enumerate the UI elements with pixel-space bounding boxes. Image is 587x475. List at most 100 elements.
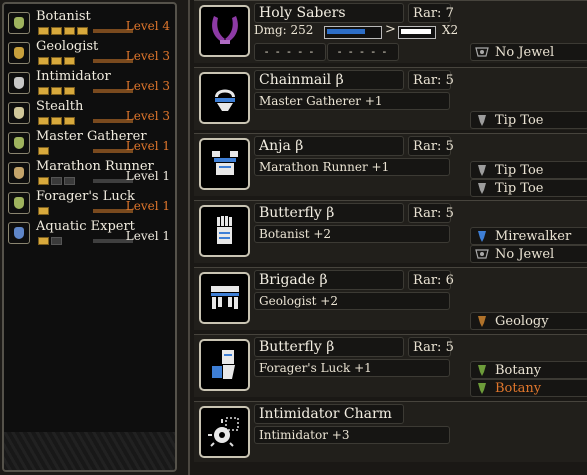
skill-level: Level 3 (125, 109, 170, 123)
deco-slot[interactable]: Tip Toe (470, 111, 587, 129)
skill-row-marathon-runner[interactable]: Marathon Runner Level 1 (8, 159, 173, 190)
legs-icon (199, 339, 250, 391)
deco-slot-highlighted[interactable]: Botany (470, 379, 587, 397)
skill-row-aquatic-expert[interactable]: Aquatic Expert Level 1 (8, 219, 173, 250)
skill-level: Level 1 (125, 199, 170, 213)
armor-name: Chainmail β (254, 70, 404, 90)
armor-name: Butterfly β (254, 203, 404, 223)
armor-name: Anja β (254, 136, 404, 156)
deco-label: Geology (495, 314, 549, 329)
weapon-slot-1[interactable]: - - - - - (254, 43, 326, 61)
jewel-icon (474, 314, 489, 328)
skill-name: Botanist (36, 9, 91, 24)
weapon-jewel-slot[interactable]: No Jewel (470, 43, 587, 61)
armor-row-waist[interactable]: Brigade β Rar: 6 Geologist +2 Geology (194, 267, 587, 330)
deco-label: No Jewel (495, 45, 555, 60)
armor-rarity: Rar: 5 (408, 136, 454, 156)
helm-icon (199, 72, 250, 124)
equipment-panel: Holy Sabers Rar: 7 Dmg: 252 > X2 - - - -… (188, 0, 587, 475)
weapon-rarity: Rar: 7 (408, 3, 454, 23)
empty-jewel-icon (474, 247, 489, 261)
jewel-icon (474, 163, 489, 177)
skill-gem-icon (8, 12, 30, 34)
gauntlet-icon (199, 205, 250, 257)
deco-slot[interactable]: Geology (470, 312, 587, 330)
skill-gem-icon (8, 192, 30, 214)
skill-gem-icon (8, 162, 30, 184)
skill-row-botanist[interactable]: Botanist Level 4 (8, 9, 173, 40)
deco-slot[interactable]: No Jewel (470, 245, 587, 263)
jewel-icon (474, 181, 489, 195)
skill-level: Level 1 (125, 229, 170, 243)
skill-row-master-gatherer[interactable]: Master Gatherer Level 1 (8, 129, 173, 160)
skill-row-intimidator[interactable]: Intimidator Level 3 (8, 69, 173, 100)
skill-row-stealth[interactable]: Stealth Level 3 (8, 99, 173, 130)
sharpness-multiplier: X2 (442, 23, 459, 37)
skill-pips (38, 177, 75, 185)
dual-blades-icon (199, 5, 250, 57)
armor-skill: Marathon Runner +1 (254, 158, 450, 176)
deco-label: Tip Toe (495, 181, 544, 196)
skill-level: Level 4 (125, 19, 170, 33)
armor-rarity: Rar: 5 (408, 337, 454, 357)
armor-row-arms[interactable]: Butterfly β Rar: 5 Botanist +2 Mirewalke… (194, 200, 587, 263)
deco-label: No Jewel (495, 247, 555, 262)
skill-pips (38, 57, 75, 65)
skill-row-geologist[interactable]: Geologist Level 3 (8, 39, 173, 70)
weapon-row[interactable]: Holy Sabers Rar: 7 Dmg: 252 > X2 - - - -… (194, 0, 587, 63)
armor-skill: Forager's Luck +1 (254, 359, 450, 377)
armor-row-helm[interactable]: Chainmail β Rar: 5 Master Gatherer +1 Ti… (194, 67, 587, 130)
skill-pips (38, 237, 62, 245)
skill-gem-icon (8, 72, 30, 94)
skill-pips (38, 117, 75, 125)
skill-level: Level 1 (125, 139, 170, 153)
skill-level: Level 1 (125, 169, 170, 183)
skill-level: Level 3 (125, 49, 170, 63)
skill-name: Forager's Luck (36, 189, 135, 204)
skill-gem-icon (8, 102, 30, 124)
armor-rarity: Rar: 5 (408, 203, 454, 223)
skill-gem-icon (8, 222, 30, 244)
deco-slot[interactable]: Tip Toe (470, 179, 587, 197)
deco-slot[interactable]: Tip Toe (470, 161, 587, 179)
sharpness-current-bar (324, 26, 382, 39)
skill-gem-icon (8, 42, 30, 64)
deco-label: Botany (495, 381, 542, 396)
panel-pattern (4, 432, 175, 470)
jewel-icon (474, 113, 489, 127)
skill-pips (38, 147, 49, 155)
armor-skill: Master Gatherer +1 (254, 92, 450, 110)
armor-skill: Botanist +2 (254, 225, 450, 243)
charm-skill: Intimidator +3 (254, 426, 450, 444)
skill-name: Aquatic Expert (36, 219, 135, 234)
waist-icon (199, 272, 250, 324)
skill-row-foragers-luck[interactable]: Forager's Luck Level 1 (8, 189, 173, 220)
weapon-slot-2[interactable]: - - - - - (327, 43, 399, 61)
sharpness-arrow: > (385, 22, 396, 37)
skill-name: Stealth (36, 99, 84, 114)
weapon-damage: Dmg: 252 (254, 23, 314, 37)
deco-slot[interactable]: Mirewalker (470, 227, 587, 245)
skill-pips (38, 87, 75, 95)
deco-label: Botany (495, 363, 542, 378)
deco-slot[interactable]: Botany (470, 361, 587, 379)
skill-gem-icon (8, 132, 30, 154)
armor-skill: Geologist +2 (254, 292, 450, 310)
charm-icon (199, 406, 250, 458)
charm-name: Intimidator Charm (254, 404, 404, 424)
charm-row[interactable]: Intimidator Charm Intimidator +3 (194, 401, 587, 462)
deco-label: Tip Toe (495, 163, 544, 178)
armor-row-legs[interactable]: Butterfly β Rar: 5 Forager's Luck +1 Bot… (194, 334, 587, 397)
skill-name: Intimidator (36, 69, 111, 84)
sharpness-extended-bar (398, 26, 436, 39)
skill-name: Geologist (36, 39, 99, 54)
chest-icon (199, 138, 250, 190)
armor-row-chest[interactable]: Anja β Rar: 5 Marathon Runner +1 Tip Toe… (194, 133, 587, 197)
skill-level: Level 3 (125, 79, 170, 93)
armor-rarity: Rar: 5 (408, 70, 454, 90)
armor-name: Butterfly β (254, 337, 404, 357)
skills-panel: Botanist Level 4 Geologist Level 3 Intim… (2, 2, 177, 472)
armor-rarity: Rar: 6 (408, 270, 454, 290)
deco-label: Tip Toe (495, 113, 544, 128)
weapon-name: Holy Sabers (254, 3, 404, 23)
